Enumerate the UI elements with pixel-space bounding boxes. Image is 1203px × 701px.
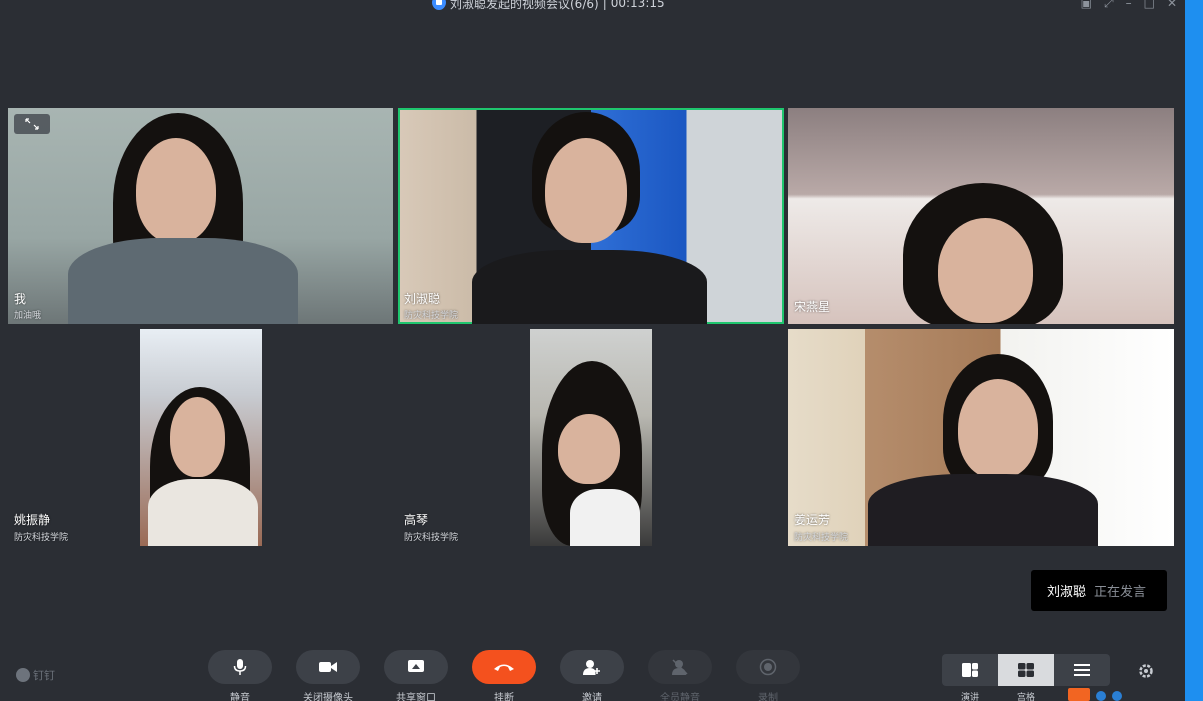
fullscreen-icon[interactable]: ⤢ bbox=[1104, 0, 1114, 11]
participant-org: 防灾科技学院 bbox=[14, 533, 69, 543]
grid-layout-button[interactable]: 宫格 bbox=[998, 654, 1054, 701]
invite-user-icon bbox=[583, 660, 600, 675]
meeting-timer: 00:13:15 bbox=[610, 0, 665, 10]
meeting-title: 刘淑聪发起的视频会议(6/6) bbox=[450, 0, 599, 11]
tray-icon[interactable] bbox=[1112, 691, 1122, 701]
mute-label: 静音 bbox=[230, 693, 250, 701]
invite-button[interactable]: 邀请 bbox=[560, 650, 624, 701]
grid-layout-label: 宫格 bbox=[1016, 693, 1035, 701]
hangup-button[interactable]: 挂断 bbox=[472, 650, 536, 701]
record-label: 录制 bbox=[758, 693, 778, 701]
expand-icon bbox=[25, 118, 39, 130]
layout-switcher: 演讲 宫格 bbox=[942, 654, 1110, 701]
pip-icon[interactable]: ▣ bbox=[1081, 0, 1092, 11]
title-separator: | bbox=[602, 0, 607, 10]
window-controls: ▣ ⤢ – □ ✕ bbox=[1081, 0, 1177, 11]
tray-icon[interactable] bbox=[1096, 691, 1106, 701]
speaker-layout-button[interactable]: 演讲 bbox=[942, 654, 998, 701]
participant-tile-me[interactable]: 我 加油哦 bbox=[8, 108, 393, 324]
brand-name: 钉钉 bbox=[33, 669, 55, 682]
maximize-icon[interactable]: □ bbox=[1144, 0, 1155, 11]
share-button[interactable]: 共享窗口 bbox=[384, 650, 448, 701]
speaking-name: 刘淑聪 bbox=[1047, 585, 1087, 600]
participant-org: 加油哦 bbox=[14, 311, 42, 321]
participant-tile-song-yanxing[interactable]: 宋燕星 bbox=[788, 108, 1174, 324]
window-title: 刘淑聪发起的视频会议(6/6) | 00:13:15 bbox=[432, 0, 665, 11]
camera-button[interactable]: 关闭摄像头 bbox=[296, 650, 360, 701]
meeting-window: 刘淑聪发起的视频会议(6/6) | 00:13:15 ▣ ⤢ – □ ✕ 我 加… bbox=[0, 0, 1203, 701]
close-icon[interactable]: ✕ bbox=[1167, 0, 1177, 11]
phone-hangup-icon bbox=[494, 664, 514, 671]
mute-all-icon bbox=[672, 659, 688, 675]
participant-name: 姜运芳 bbox=[794, 513, 831, 527]
minimize-icon[interactable]: – bbox=[1126, 0, 1132, 11]
record-button[interactable]: 录制 bbox=[736, 650, 800, 701]
camera-label: 关闭摄像头 bbox=[303, 693, 353, 701]
shield-icon bbox=[432, 0, 446, 10]
desktop-edge bbox=[1185, 0, 1203, 701]
participant-video bbox=[530, 329, 652, 546]
share-screen-icon bbox=[408, 660, 424, 672]
dingtalk-logo-icon bbox=[16, 668, 30, 682]
speaker-layout-icon bbox=[962, 663, 978, 677]
participant-name: 我 bbox=[14, 292, 27, 306]
speaking-state: 正在发言 bbox=[1094, 585, 1147, 600]
speaking-indicator: 刘淑聪 正在发言 bbox=[1031, 570, 1167, 611]
participant-video bbox=[788, 108, 1174, 324]
participant-org: 防灾科技学院 bbox=[404, 533, 459, 543]
hangup-label: 挂断 bbox=[494, 693, 514, 701]
participant-name: 宋燕星 bbox=[794, 300, 831, 314]
participant-name: 姚振静 bbox=[14, 513, 51, 527]
title-bar: 刘淑聪发起的视频会议(6/6) | 00:13:15 ▣ ⤢ – □ ✕ bbox=[0, 0, 1203, 14]
meeting-toolbar: 钉钉 静音 关闭摄像头 共享窗口 挂断 邀请 全员静音 录制 演讲 宫格 bbox=[0, 638, 1185, 701]
participant-tile-yao-zhenjing[interactable]: 姚振静 防灾科技学院 bbox=[8, 329, 393, 546]
video-grid: 我 加油哦 刘淑聪 防灾科技学院 宋燕星 姚振静 防灾科技学院 高琴 防灾科技学… bbox=[8, 108, 1174, 546]
invite-label: 邀请 bbox=[582, 693, 602, 701]
mute-all-label: 全员静音 bbox=[660, 693, 700, 701]
participant-tile-gao-qin[interactable]: 高琴 防灾科技学院 bbox=[398, 329, 784, 546]
grid-layout-icon bbox=[1018, 663, 1034, 677]
participant-video bbox=[140, 329, 262, 546]
participant-name: 高琴 bbox=[404, 513, 429, 527]
participant-video bbox=[400, 110, 782, 324]
list-layout-icon bbox=[1074, 664, 1090, 676]
microphone-icon bbox=[233, 659, 247, 675]
share-label: 共享窗口 bbox=[396, 693, 436, 701]
camera-icon bbox=[319, 662, 337, 672]
participant-video bbox=[8, 108, 393, 324]
input-method-icon[interactable] bbox=[1068, 688, 1090, 701]
mute-all-button[interactable]: 全员静音 bbox=[648, 650, 712, 701]
participant-org: 防灾科技学院 bbox=[794, 533, 849, 543]
system-tray bbox=[1068, 688, 1122, 701]
participant-video bbox=[788, 329, 1174, 546]
gear-icon[interactable] bbox=[1137, 662, 1155, 680]
participant-tile-liu-shucong[interactable]: 刘淑聪 防灾科技学院 bbox=[398, 108, 784, 324]
participant-tile-jiang-yunfang[interactable]: 姜运芳 防灾科技学院 bbox=[788, 329, 1174, 546]
mute-button[interactable]: 静音 bbox=[208, 650, 272, 701]
list-layout-button[interactable] bbox=[1054, 654, 1110, 686]
record-icon bbox=[759, 658, 777, 676]
participant-org: 防灾科技学院 bbox=[404, 311, 459, 321]
expand-button[interactable] bbox=[14, 114, 50, 134]
participant-name: 刘淑聪 bbox=[404, 292, 441, 306]
speaker-layout-label: 演讲 bbox=[960, 693, 979, 701]
brand: 钉钉 bbox=[16, 667, 55, 683]
